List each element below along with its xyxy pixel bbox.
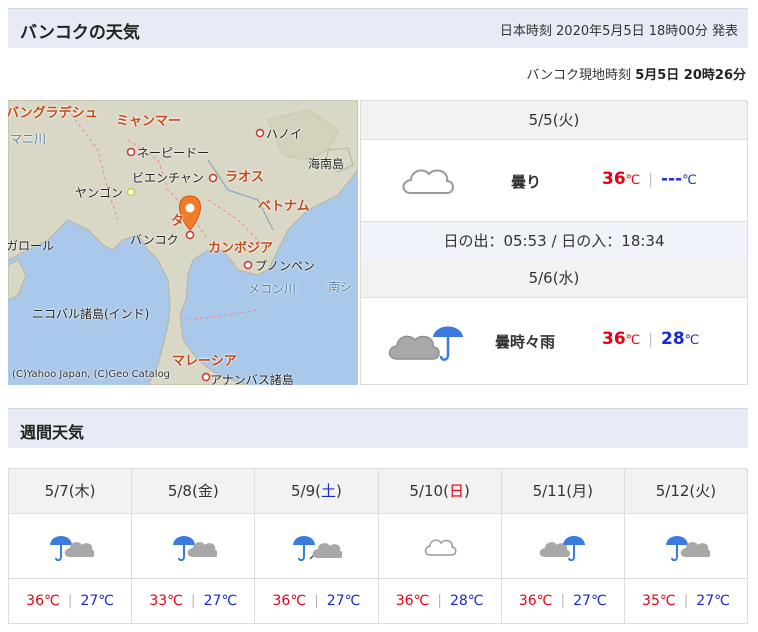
- weekly-icon-cell: [501, 514, 624, 579]
- local-time-label: バンコク現地時刻: [526, 68, 632, 83]
- today-high: 36℃: [602, 169, 641, 189]
- weekly-forecast: 5/7(木) 36℃|27℃ 5/8(金) 33℃|27℃ 5/9(土): [8, 468, 748, 624]
- map-label: タ: [171, 214, 185, 229]
- today-low: ---℃: [661, 169, 697, 189]
- page-title: バンコクの天気: [20, 23, 140, 43]
- weekly-date: 5/9(土): [255, 469, 378, 514]
- map-label: バングラデシュ: [8, 106, 98, 121]
- tomorrow-low: 28℃: [661, 329, 700, 349]
- weekly-temps: 36℃ | 28℃: [395, 593, 484, 609]
- today-forecast-panel: 5/5(火) 曇り 36℃ | ---℃ 日の出：05:53 / 日の入：18:34…: [360, 100, 748, 385]
- weekly-date: 5/10(日): [378, 469, 501, 514]
- sunrise-sunset: 日の出：05:53 / 日の入：18:34: [361, 221, 747, 261]
- tomorrow-weather-row: 曇時々雨 36℃ | 28℃: [361, 299, 747, 381]
- map-label: ラオス: [225, 170, 265, 185]
- map-label: プノンペン: [255, 259, 316, 273]
- cloud-umbrella-icon: [388, 326, 463, 361]
- forecast-header: バンコクの天気 日本時刻 2020年5月5日 18時00分 発表: [8, 8, 748, 48]
- weekly-icon-cell: [255, 514, 378, 579]
- weekly-day: 5/9(土) 36℃ | 27℃: [255, 469, 379, 623]
- map-label: マニ川: [10, 132, 47, 146]
- tomorrow-date: 5/6(水): [361, 259, 747, 298]
- map-label: ニコバル諸島(インド): [32, 307, 150, 321]
- cloud-icon: [402, 169, 454, 194]
- map-label: アナンバス諸島: [210, 373, 294, 385]
- map-label: 海南島: [308, 157, 345, 171]
- map-copyright: (C)Yahoo Japan, (C)Geo Catalog: [12, 369, 171, 380]
- cloud-icon: [424, 539, 457, 556]
- issued-time: 日本時刻 2020年5月5日 18時00分 発表: [499, 24, 738, 39]
- location-map[interactable]: バングラデシュ ミャンマー ハノイ マニ川 ネーピードー 海南島 ビエンチャン …: [8, 100, 358, 385]
- today-weather-label: 曇り: [511, 173, 542, 191]
- umbrella-then-cloud-icon: [293, 536, 343, 561]
- map-label: 南シ: [328, 280, 353, 294]
- today-weather-row: 曇り 36℃ | ---℃: [361, 139, 747, 221]
- tomorrow-high: 36℃: [602, 329, 641, 349]
- weekly-header: 週間天気: [8, 408, 748, 448]
- map-label: メコン川: [248, 282, 297, 296]
- today-date: 5/5(火): [361, 101, 747, 140]
- weekly-date: 5/12(火): [624, 469, 748, 514]
- map-label: マレーシア: [172, 354, 237, 369]
- map-label: ネーピードー: [137, 146, 210, 160]
- map-label: ハノイ: [266, 127, 303, 141]
- map-land: [8, 100, 358, 385]
- umbrella-cloud-icon: [173, 536, 218, 561]
- weekly-icon-cell: [378, 514, 501, 579]
- map-label: ミャンマー: [116, 114, 182, 129]
- today-temps: 36℃ | ---℃: [602, 169, 697, 189]
- map-label: ヤンゴン: [75, 186, 124, 200]
- weekly-temps: 33℃ | 27℃: [149, 593, 238, 609]
- weekly-icon-cell: [624, 514, 748, 579]
- map-label: カンボジア: [208, 241, 274, 256]
- weekly-date: 5/11(月): [501, 469, 624, 514]
- weekly-day: 5/7(木) 36℃ | 27℃: [9, 469, 133, 623]
- local-time-value: 5月5日 20時26分: [635, 68, 746, 83]
- weekly-day: 5/8(金) 33℃ | 27℃: [132, 469, 256, 623]
- map-label: ビエンチャン: [132, 171, 204, 185]
- weekly-temps: 36℃ | 27℃: [272, 593, 361, 609]
- weekly-icon-cell: [132, 514, 255, 579]
- umbrella-cloud-icon: [50, 536, 95, 561]
- map-label: ガロール: [8, 239, 55, 253]
- weekly-icon-cell: [9, 514, 132, 579]
- weekly-date: 5/8(金): [132, 469, 255, 514]
- weekly-day: 5/11(月) 36℃ | 27℃: [501, 469, 625, 623]
- map-label: バンコク: [130, 233, 179, 247]
- umbrella-cloud-icon: [665, 536, 710, 561]
- cloud-umbrella-icon: [539, 536, 585, 561]
- tomorrow-temps: 36℃ | 28℃: [602, 329, 700, 349]
- weekly-temps: 36℃ | 27℃: [518, 593, 607, 609]
- weekly-day: 5/12(火) 35℃ | 27℃: [624, 469, 748, 623]
- tomorrow-weather-label: 曇時々雨: [495, 333, 556, 351]
- weekly-date: 5/7(木): [9, 469, 132, 514]
- weekly-temps: 35℃ | 27℃: [642, 593, 730, 609]
- map-label: ベトナム: [258, 199, 310, 214]
- weekly-title: 週間天気: [20, 423, 85, 442]
- weekly-day: 5/10(日) 36℃ | 28℃: [378, 469, 502, 623]
- local-time: バンコク現地時刻 5月5日 20時26分: [526, 64, 746, 83]
- weekly-temps: 36℃ | 27℃: [26, 593, 114, 609]
